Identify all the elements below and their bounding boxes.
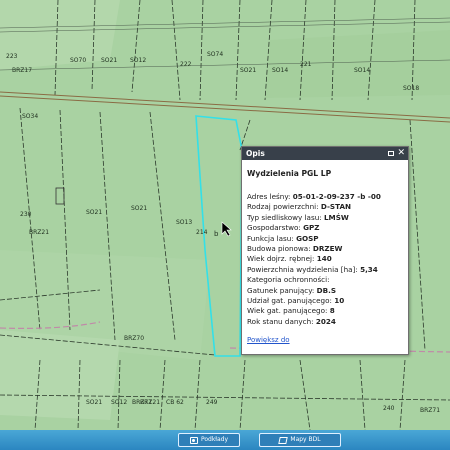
zoom-to-link[interactable]: Powiększ do	[247, 336, 408, 344]
parcel-label: 223	[6, 53, 18, 60]
attribute-row: Typ siedliskowy lasu: LMŚW	[247, 212, 349, 222]
parcel-label: SO21	[131, 205, 147, 212]
parcel-label: SO21	[86, 399, 102, 406]
parcel-label: BRZ17	[12, 67, 32, 74]
attribute-row: Funkcja lasu: GOSP	[247, 233, 319, 243]
basemaps-label: Podkłady	[200, 436, 229, 443]
parcel-label: SO21	[101, 57, 117, 64]
attribute-row: Rodzaj powierzchni: D-STAN	[247, 202, 352, 212]
parcel-label: SO70	[70, 57, 86, 64]
parcel-label: SO13	[176, 219, 192, 226]
basemaps-button[interactable]: Podkłady	[178, 433, 240, 447]
attribute-row: Rok stanu danych: 2024	[247, 316, 336, 326]
attribute-row: Kategoria ochronności:	[247, 275, 330, 285]
bdl-maps-label: Mapy BDL	[290, 436, 321, 443]
close-icon[interactable]: ✕	[397, 147, 405, 160]
attribute-row: Adres leśny: 05-01-2-09-237 -b -00	[247, 192, 381, 201]
parcel-label: SO18	[403, 85, 419, 92]
info-popup: Opis ✕ Wydzielenia PGL LP Adres leśny: 0…	[241, 146, 409, 355]
attribute-row: Budowa pionowa: DRZEW	[247, 243, 343, 253]
attribute-list: Adres leśny: 05-01-2-09-237 -b -00 Rodza…	[247, 192, 408, 327]
parcel-label: SO34	[22, 113, 38, 120]
parcel-label: 221	[300, 61, 312, 68]
attribute-row: Gatunek panujący: DB.S	[247, 285, 336, 295]
parcel-label: CB 62	[166, 399, 184, 406]
maximize-icon[interactable]	[388, 151, 395, 156]
parcel-label: SO21	[240, 67, 256, 74]
attribute-row: Udział gat. panującego: 10	[247, 295, 345, 305]
popup-header-title: Opis	[246, 149, 265, 158]
parcel-label: SO12	[130, 57, 146, 64]
parcel-label: 214	[196, 229, 208, 236]
popup-header: Opis ✕	[242, 147, 408, 160]
parcel-label: SO21	[86, 209, 102, 216]
parcel-label: SO14	[272, 67, 288, 74]
attribute-row: Powierzchnia wydzielenia [ha]: 5,34	[247, 264, 378, 274]
parcel-label: BRZ71	[132, 399, 152, 406]
parcel-label: 230	[20, 211, 32, 218]
attribute-row: Wiek dojrz. rębnej: 140	[247, 254, 332, 264]
parcel-label: 222	[180, 61, 192, 68]
parcel-label: BRZ71	[420, 407, 440, 414]
parcel-label: 249	[206, 399, 218, 406]
parcel-label: SO74	[207, 51, 223, 58]
bdl-maps-button[interactable]: Mapy BDL	[259, 433, 341, 447]
attribute-row: Gospodarstwo: GPZ	[247, 223, 320, 233]
layers-icon	[278, 436, 289, 444]
parcel-label: 240	[383, 405, 395, 412]
parcel-label: BRZ70	[124, 335, 144, 342]
selected-parcel-label: b	[214, 230, 219, 238]
attribute-row: Wiek gat. panującego: 8	[247, 306, 335, 316]
popup-title: Wydzielenia PGL LP	[247, 169, 332, 178]
parcel-label: SO12	[111, 399, 127, 406]
bottom-toolbar: Podkłady Mapy BDL	[0, 430, 450, 450]
parcel-label: BRZ21	[29, 229, 49, 236]
basemap-icon	[189, 436, 198, 444]
parcel-label: SO14	[354, 67, 370, 74]
